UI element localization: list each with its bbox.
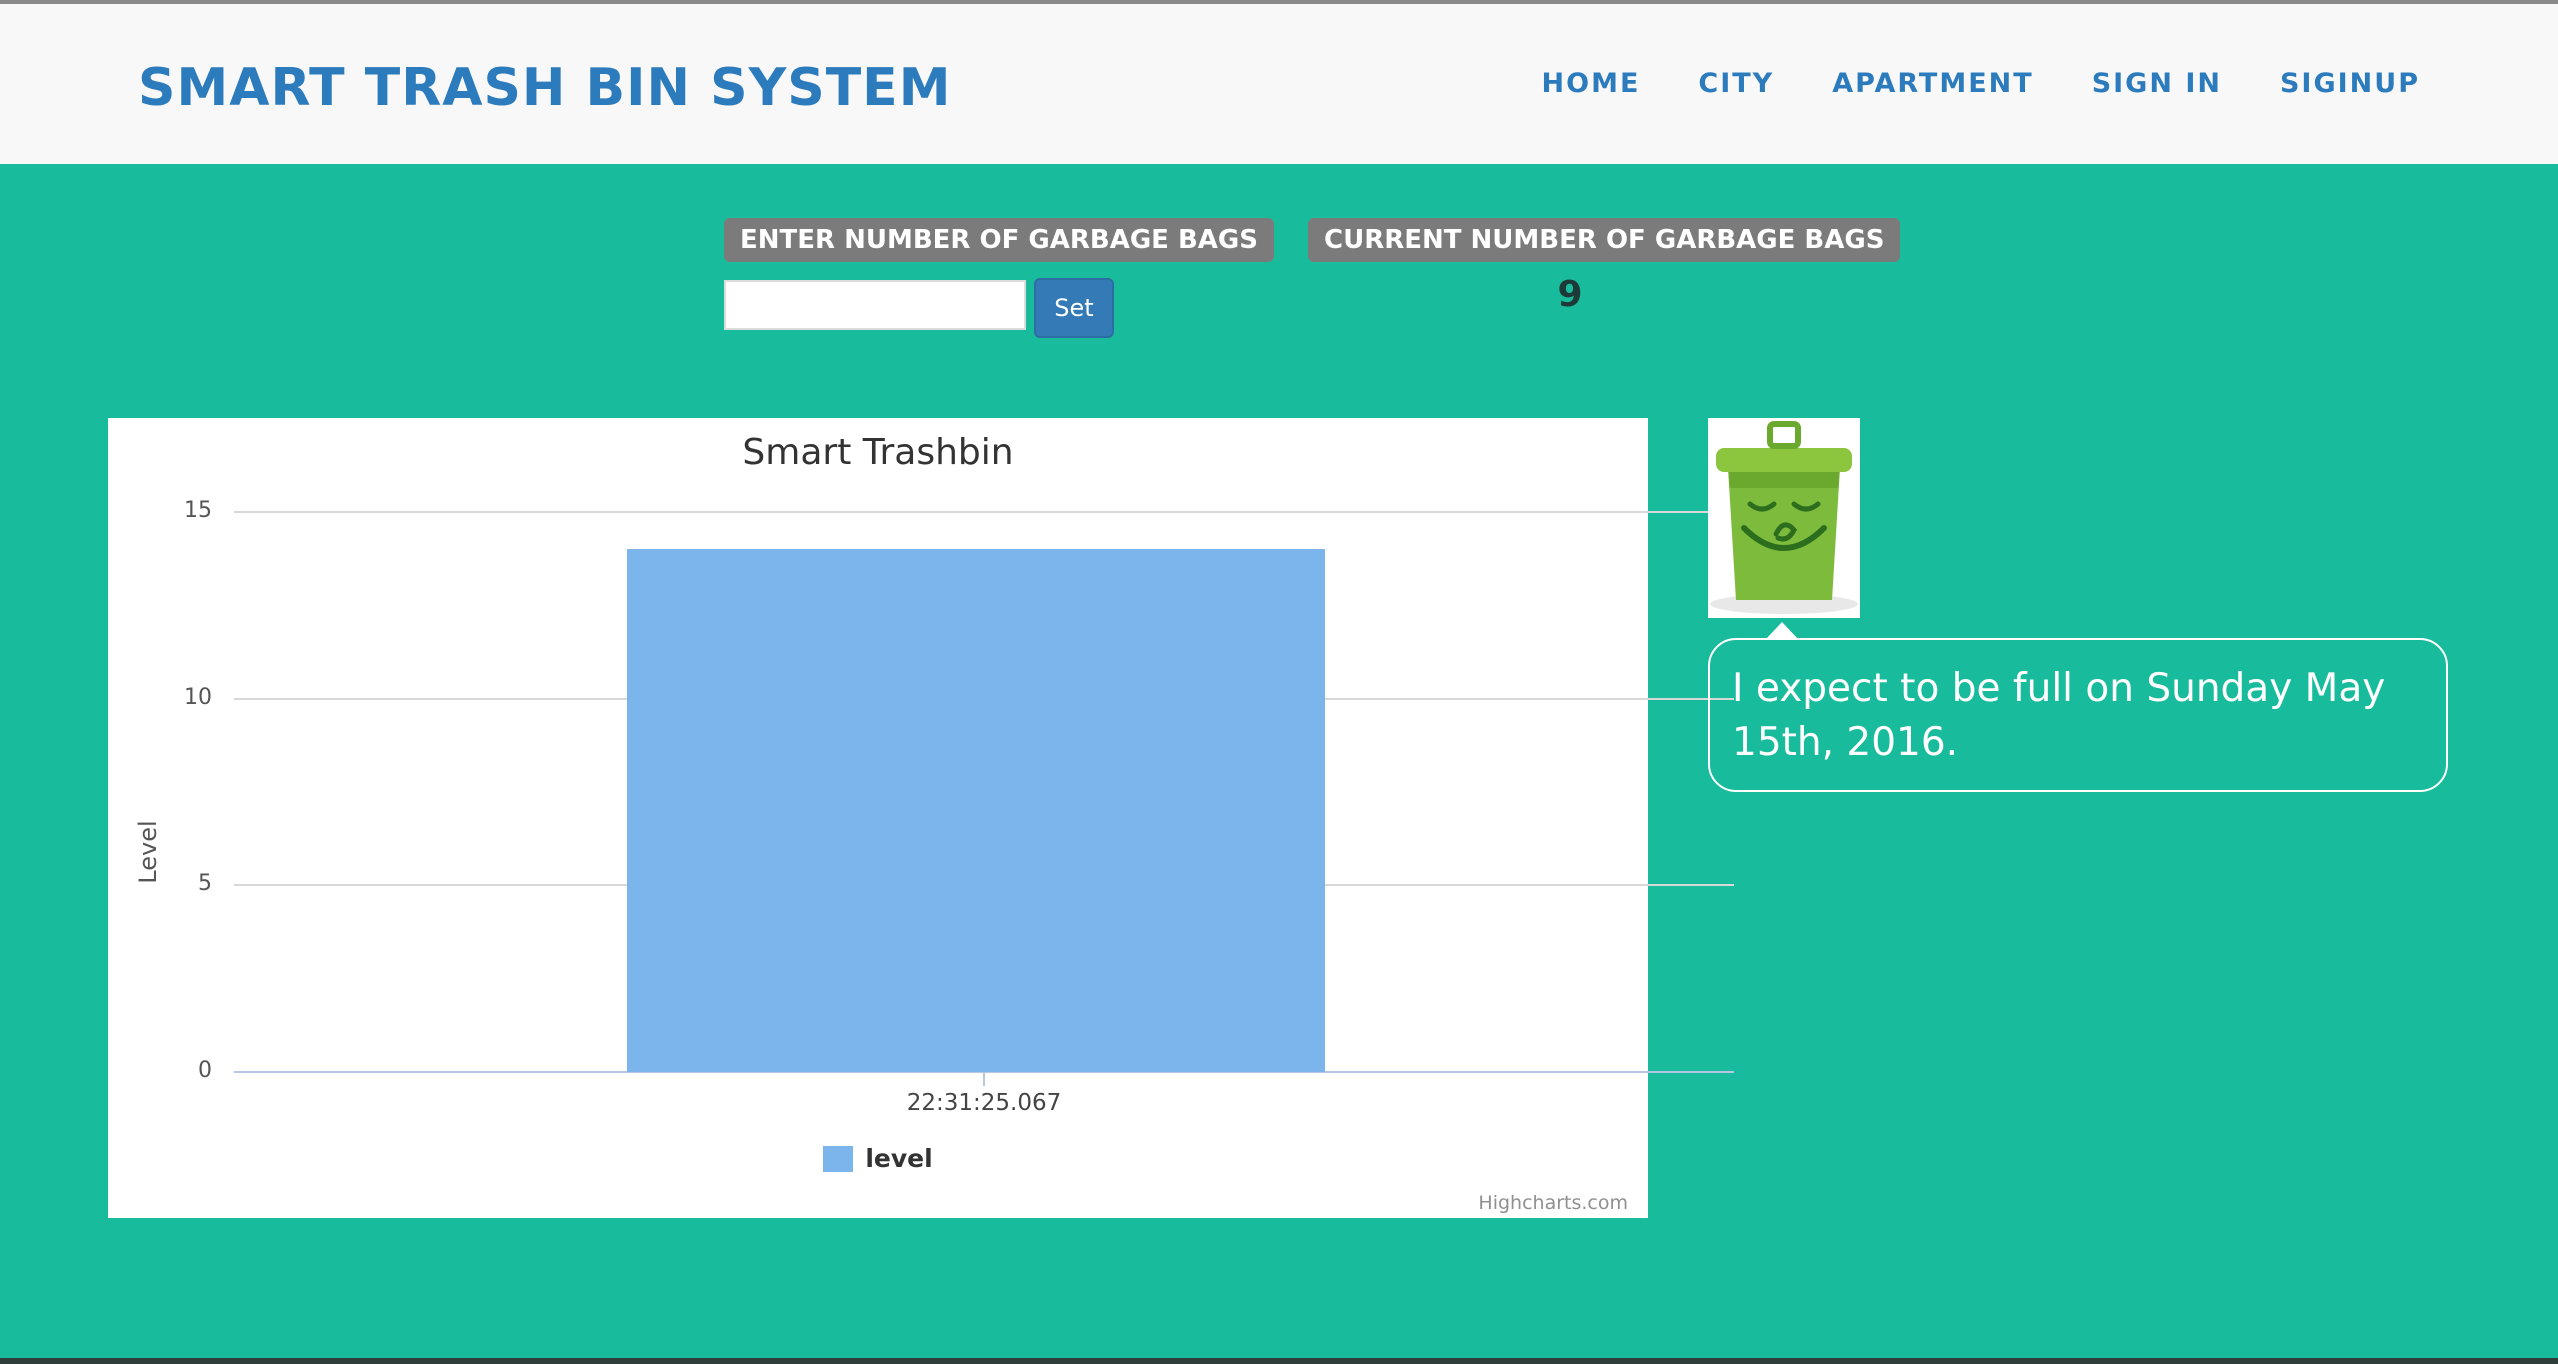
legend-label[interactable]: level: [865, 1144, 932, 1173]
brand-title[interactable]: SMART TRASH BIN SYSTEM: [138, 52, 951, 124]
x-tick-mark: [983, 1072, 985, 1086]
bag-count-input[interactable]: [724, 280, 1026, 330]
y-tick-label: 10: [184, 684, 212, 710]
current-bags-label: CURRENT NUMBER OF GARBAGE BAGS: [1308, 218, 1901, 262]
full-prediction-bubble: I expect to be full on Sunday May 15th, …: [1708, 638, 2448, 792]
y-tick-label: 5: [198, 871, 212, 897]
y-tick-label: 0: [198, 1058, 212, 1083]
y-axis-title: Level: [134, 820, 162, 884]
speech-bubble-tail: [1766, 622, 1798, 639]
level-chart: Smart Trashbin Level level Highcharts.co…: [108, 418, 1734, 1218]
trash-bin-icon: [1710, 421, 1858, 614]
navbar: SMART TRASH BIN SYSTEM HOME CITY APARTME…: [0, 4, 2558, 164]
nav-home[interactable]: HOME: [1542, 64, 1641, 104]
enter-bags-label: ENTER NUMBER OF GARBAGE BAGS: [724, 218, 1274, 262]
nav-sign-in[interactable]: SIGN IN: [2092, 64, 2222, 104]
trash-bin-image: [1708, 418, 1860, 618]
y-tick-label: 15: [184, 498, 212, 523]
bottom-border: [0, 1358, 2558, 1364]
y-gridline: [234, 511, 1734, 513]
current-bag-count: 9: [1557, 274, 1583, 315]
legend-swatch: [823, 1145, 854, 1172]
set-button[interactable]: Set: [1034, 278, 1114, 338]
nav-city[interactable]: CITY: [1698, 64, 1774, 104]
nav-signup[interactable]: SIGINUP: [2280, 64, 2420, 104]
chart-title: Smart Trashbin: [742, 432, 1014, 473]
nav-apartment[interactable]: APARTMENT: [1832, 64, 2033, 104]
chart-legend[interactable]: level: [108, 1144, 1648, 1173]
chart-credits[interactable]: Highcharts.com: [1478, 1192, 1628, 1214]
x-tick-label: 22:31:25.067: [906, 1090, 1062, 1116]
full-prediction-text: I expect to be full on Sunday May 15th, …: [1732, 666, 2386, 765]
nav-menu: HOME CITY APARTMENT SIGN IN SIGINUP: [1542, 64, 2420, 104]
bar-level[interactable]: [626, 549, 1326, 1072]
